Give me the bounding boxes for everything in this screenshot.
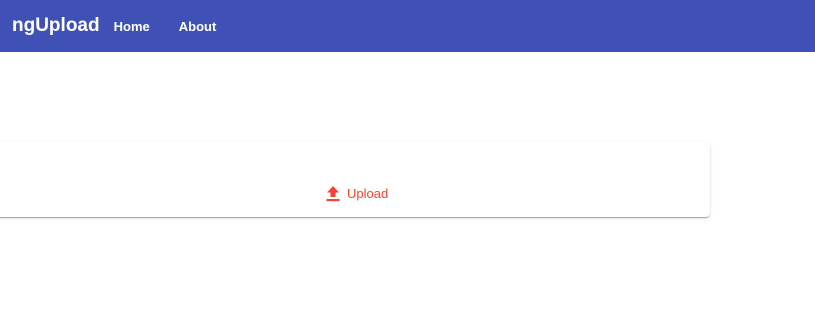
top-toolbar: ngUpload Home About xyxy=(0,0,815,52)
nav-link-about[interactable]: About xyxy=(179,19,217,34)
app-title: ngUpload xyxy=(12,15,100,36)
nav-link-home[interactable]: Home xyxy=(114,19,150,34)
upload-card xyxy=(0,142,710,217)
upload-button-label: Upload xyxy=(347,185,389,201)
upload-button[interactable]: Upload xyxy=(325,184,388,202)
upload-icon xyxy=(325,185,341,202)
